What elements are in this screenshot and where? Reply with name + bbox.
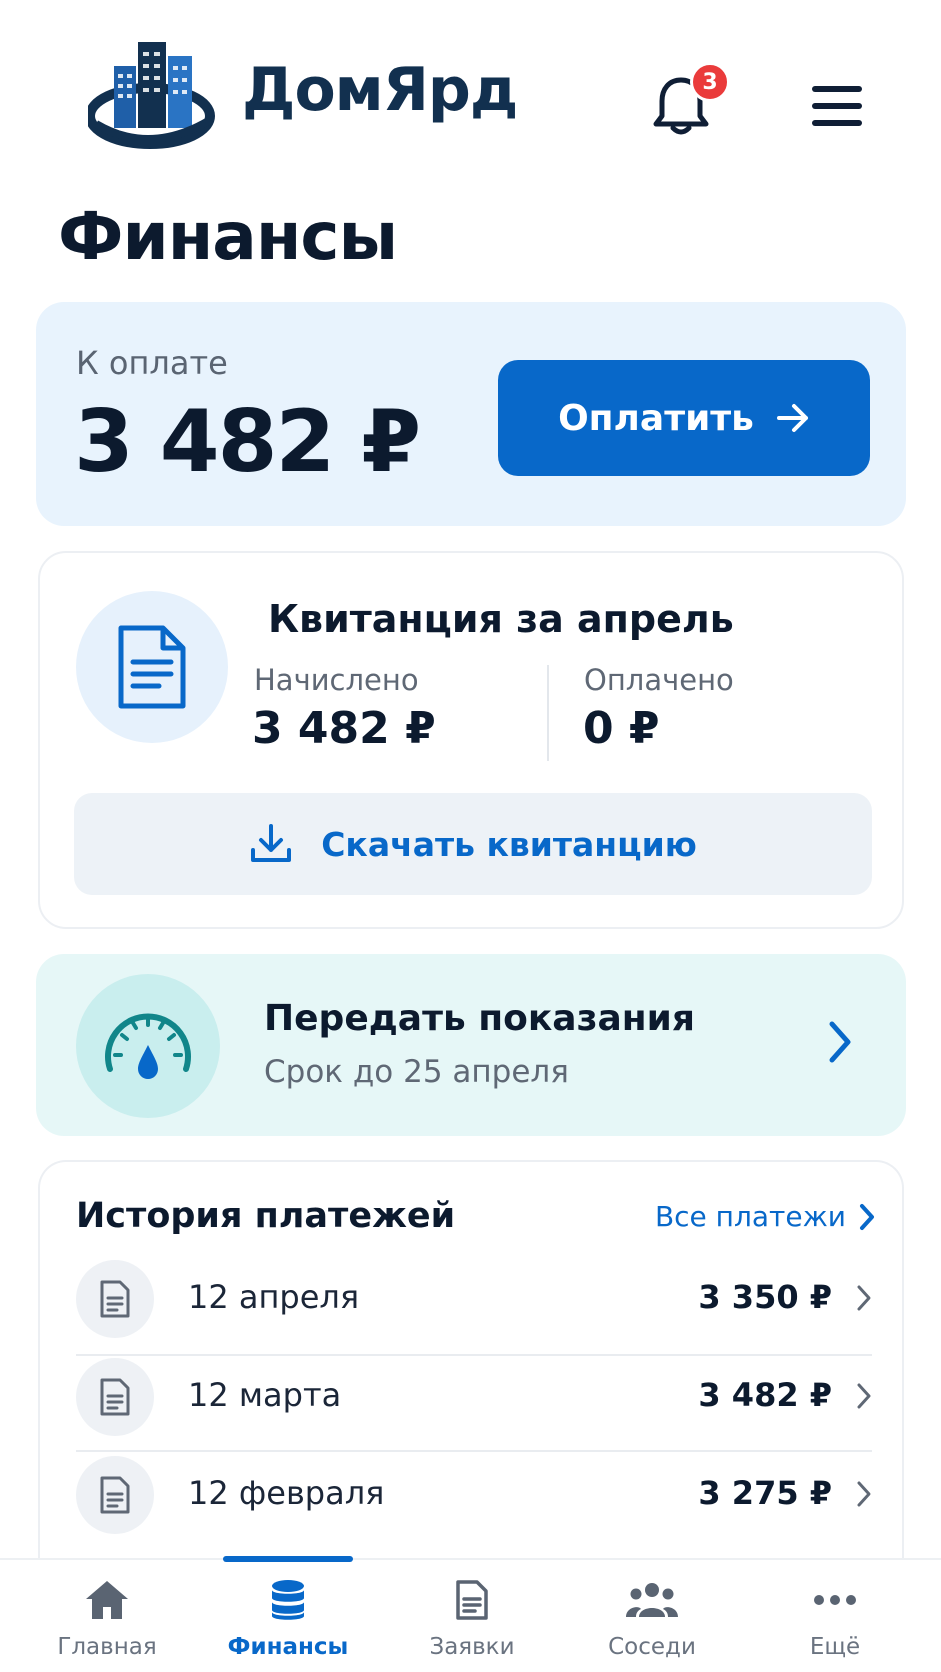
accrued-label: Начислено	[254, 663, 419, 697]
payment-amount: 3 482 ₽	[698, 1376, 832, 1414]
receipt-icon-circle	[76, 591, 228, 743]
active-tab-indicator	[223, 1556, 353, 1562]
pay-button[interactable]: Оплатить	[498, 360, 870, 476]
payment-date: 12 февраля	[188, 1474, 385, 1512]
payment-due-card: К оплате 3 482 ₽ Оплатить	[36, 302, 906, 526]
meter-icon-circle	[76, 974, 220, 1118]
submit-readings-title: Передать показания	[264, 998, 696, 1039]
chevron-right-icon	[829, 1021, 851, 1063]
document-icon	[118, 625, 186, 709]
menu-bar	[812, 86, 862, 92]
home-icon	[86, 1581, 128, 1619]
pay-button-label: Оплатить	[558, 397, 754, 439]
nav-label: Соседи	[608, 1634, 696, 1660]
app-header: ДомЯрд 3	[0, 0, 941, 190]
submit-readings-card[interactable]: Передать показания Срок до 25 апреля	[36, 954, 906, 1136]
nav-label: Главная	[57, 1634, 157, 1660]
nav-item-more[interactable]: Ещё	[750, 1574, 920, 1660]
receipt-card: Квитанция за апрель Начислено 3 482 ₽ Оп…	[38, 551, 904, 929]
payment-date: 12 апреля	[188, 1278, 360, 1316]
document-icon	[456, 1580, 488, 1620]
receipt-row-icon-circle	[76, 1456, 154, 1534]
menu-bar	[812, 103, 862, 109]
nav-item-neighbors[interactable]: Соседи	[567, 1574, 737, 1660]
chevron-right-icon	[857, 1285, 871, 1311]
payment-amount: 3 275 ₽	[698, 1474, 832, 1512]
document-icon	[100, 1280, 130, 1318]
building-logo-icon	[88, 42, 215, 149]
payment-due-amount: 3 482 ₽	[74, 392, 421, 492]
page-title: Финансы	[58, 198, 398, 275]
payment-history-card: История платежей Все платежи 12 апреля 3…	[38, 1160, 904, 1560]
accrued-value: 3 482 ₽	[252, 703, 436, 754]
chevron-right-icon	[860, 1203, 874, 1230]
paid-value: 0 ₽	[583, 703, 660, 754]
all-payments-link[interactable]: Все платежи	[655, 1200, 876, 1233]
menu-button[interactable]	[812, 86, 862, 126]
nav-label: Ещё	[809, 1634, 861, 1660]
payment-history-title: История платежей	[76, 1196, 456, 1236]
nav-label: Заявки	[429, 1634, 515, 1660]
app-name: ДомЯрд	[242, 55, 518, 125]
payment-date: 12 марта	[188, 1376, 342, 1414]
nav-item-home[interactable]: Главная	[22, 1574, 192, 1660]
document-icon	[100, 1378, 130, 1416]
water-meter-gauge-icon	[105, 1013, 191, 1079]
nav-item-finance[interactable]: Финансы	[203, 1574, 373, 1660]
people-icon	[626, 1583, 678, 1617]
document-icon	[100, 1476, 130, 1514]
more-dots-icon	[814, 1595, 856, 1605]
payment-history-row[interactable]: 12 февраля 3 275 ₽	[76, 1452, 872, 1548]
chevron-right-icon	[857, 1481, 871, 1507]
download-icon	[251, 824, 292, 862]
bottom-navigation: Главная Финансы Заявки Соседи Ещё	[0, 1556, 941, 1672]
submit-readings-deadline: Срок до 25 апреля	[264, 1054, 569, 1090]
notifications-badge: 3	[690, 62, 730, 102]
download-receipt-button[interactable]: Скачать квитанцию	[74, 793, 872, 895]
app-logo[interactable]: ДомЯрд	[88, 28, 518, 152]
receipt-title: Квитанция за апрель	[268, 597, 734, 641]
chevron-right-icon	[857, 1383, 871, 1409]
payment-amount: 3 350 ₽	[698, 1278, 832, 1316]
receipt-row-icon-circle	[76, 1260, 154, 1338]
arrow-right-icon	[776, 404, 808, 432]
payment-history-row[interactable]: 12 марта 3 482 ₽	[76, 1354, 872, 1450]
receipt-row-icon-circle	[76, 1358, 154, 1436]
download-receipt-label: Скачать квитанцию	[321, 824, 697, 864]
payment-due-label: К оплате	[76, 344, 228, 382]
nav-label: Финансы	[227, 1634, 349, 1660]
menu-bar	[812, 120, 862, 126]
payment-history-row[interactable]: 12 апреля 3 350 ₽	[76, 1256, 872, 1352]
nav-item-requests[interactable]: Заявки	[387, 1574, 557, 1660]
paid-label: Оплачено	[584, 663, 734, 697]
receipt-divider	[547, 665, 549, 761]
database-coins-icon	[272, 1580, 304, 1620]
all-payments-label: Все платежи	[654, 1200, 846, 1233]
